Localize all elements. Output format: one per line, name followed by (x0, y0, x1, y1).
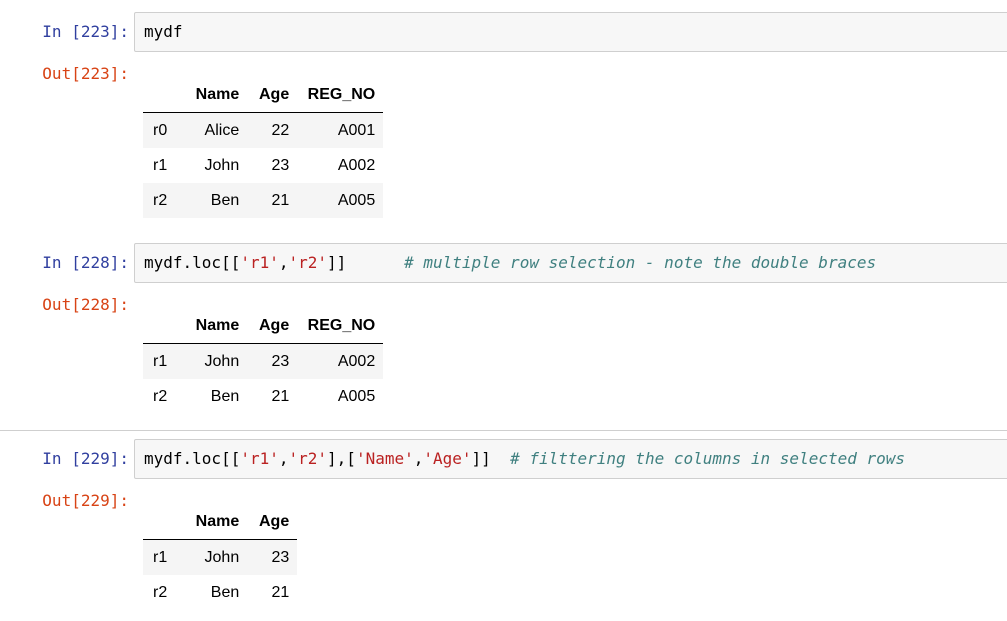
code-string: 'Name' (355, 449, 414, 468)
table-cell: Ben (210, 583, 240, 601)
column-header: Name (175, 504, 248, 540)
input-prompt: In [229]: (42, 449, 129, 468)
column-header: Age (247, 504, 298, 540)
row-index: r2 (153, 583, 168, 601)
table-cell: John (204, 352, 240, 370)
code-string: 'Age' (423, 449, 472, 468)
row-index: r0 (153, 121, 168, 139)
code-token: , (278, 253, 289, 272)
column-header: Age (247, 77, 298, 113)
code-text: mydf (144, 22, 183, 42)
table-cell: 23 (271, 156, 290, 174)
index-header (143, 77, 176, 113)
table-row: r2 Ben 21 (143, 575, 297, 610)
code-token: , (278, 449, 289, 468)
code-string: 'r1' (240, 449, 279, 468)
row-index: r1 (153, 352, 168, 370)
code-token: , (413, 449, 424, 468)
code-text: mydf.loc[['r1','r2']] # multiple row sel… (144, 253, 876, 273)
table-cell: 21 (271, 387, 290, 405)
table-row: r1 John 23 (143, 539, 298, 575)
code-comment: # filttering the columns in selected row… (510, 449, 906, 468)
table-row: r1 John 23 A002 (143, 343, 384, 379)
dataframe-output: Name Age r1 John 23 r2 Ben 21 (143, 504, 298, 610)
table-cell: 21 (271, 583, 290, 601)
code-text: mydf.loc[['r1','r2'],['Name','Age']] # f… (144, 449, 905, 469)
code-string: 'r2' (288, 253, 328, 272)
row-index: r2 (153, 387, 168, 405)
column-header: Name (175, 77, 248, 113)
code-input-cell[interactable]: mydf (134, 12, 1007, 52)
table-header-row: Name Age (143, 504, 298, 540)
table-cell: Alice (204, 121, 240, 139)
code-token: mydf.loc[[ (144, 449, 241, 468)
table-cell: A001 (337, 121, 376, 139)
output-prompt: Out[229]: (42, 491, 129, 510)
cell-divider (0, 430, 1007, 431)
table-cell: A002 (337, 352, 376, 370)
column-header: REG_NO (297, 77, 384, 113)
table-cell: 23 (271, 548, 290, 566)
code-string: 'r2' (288, 449, 328, 468)
table-cell: A002 (337, 156, 376, 174)
table-row: r0 Alice 22 A001 (143, 112, 384, 148)
column-header: Name (175, 308, 248, 344)
table-cell: Ben (210, 387, 240, 405)
output-prompt: Out[228]: (42, 295, 129, 314)
table-cell: 23 (271, 352, 290, 370)
table-row: r1 John 23 A002 (143, 148, 383, 183)
row-index: r1 (153, 156, 168, 174)
table-cell: A005 (337, 387, 376, 405)
table-row: r2 Ben 21 A005 (143, 183, 384, 218)
table-cell: 22 (271, 121, 290, 139)
table-row: r2 Ben 21 A005 (143, 379, 383, 414)
code-token: ]] (327, 253, 347, 272)
table-cell: John (204, 548, 240, 566)
code-token: mydf.loc[[ (144, 253, 241, 272)
code-token: ]] (471, 449, 491, 468)
dataframe-output: Name Age REG_NO r0 Alice 22 A001 r1 John… (143, 77, 384, 218)
code-input-cell[interactable]: mydf.loc[['r1','r2']] # multiple row sel… (134, 243, 1007, 283)
output-prompt: Out[223]: (42, 64, 129, 83)
table-header-row: Name Age REG_NO (143, 308, 384, 344)
code-input-cell[interactable]: mydf.loc[['r1','r2'],['Name','Age']] # f… (134, 439, 1007, 479)
code-comment: # multiple row selection - note the doub… (404, 253, 877, 272)
index-header (143, 308, 176, 344)
row-index: r2 (153, 191, 168, 209)
index-header (143, 504, 176, 540)
column-header: REG_NO (297, 308, 384, 344)
column-header: Age (247, 308, 298, 344)
input-prompt: In [228]: (42, 253, 129, 272)
input-prompt: In [223]: (42, 22, 129, 41)
code-token: mydf (144, 22, 183, 41)
table-header-row: Name Age REG_NO (143, 77, 384, 113)
code-token: ],[ (327, 449, 356, 468)
code-string: 'r1' (240, 253, 279, 272)
table-cell: Ben (210, 191, 240, 209)
table-cell: A005 (337, 191, 376, 209)
table-cell: John (204, 156, 240, 174)
row-index: r1 (153, 548, 168, 566)
table-cell: 21 (271, 191, 290, 209)
dataframe-output: Name Age REG_NO r1 John 23 A002 r2 Ben 2… (143, 308, 384, 414)
